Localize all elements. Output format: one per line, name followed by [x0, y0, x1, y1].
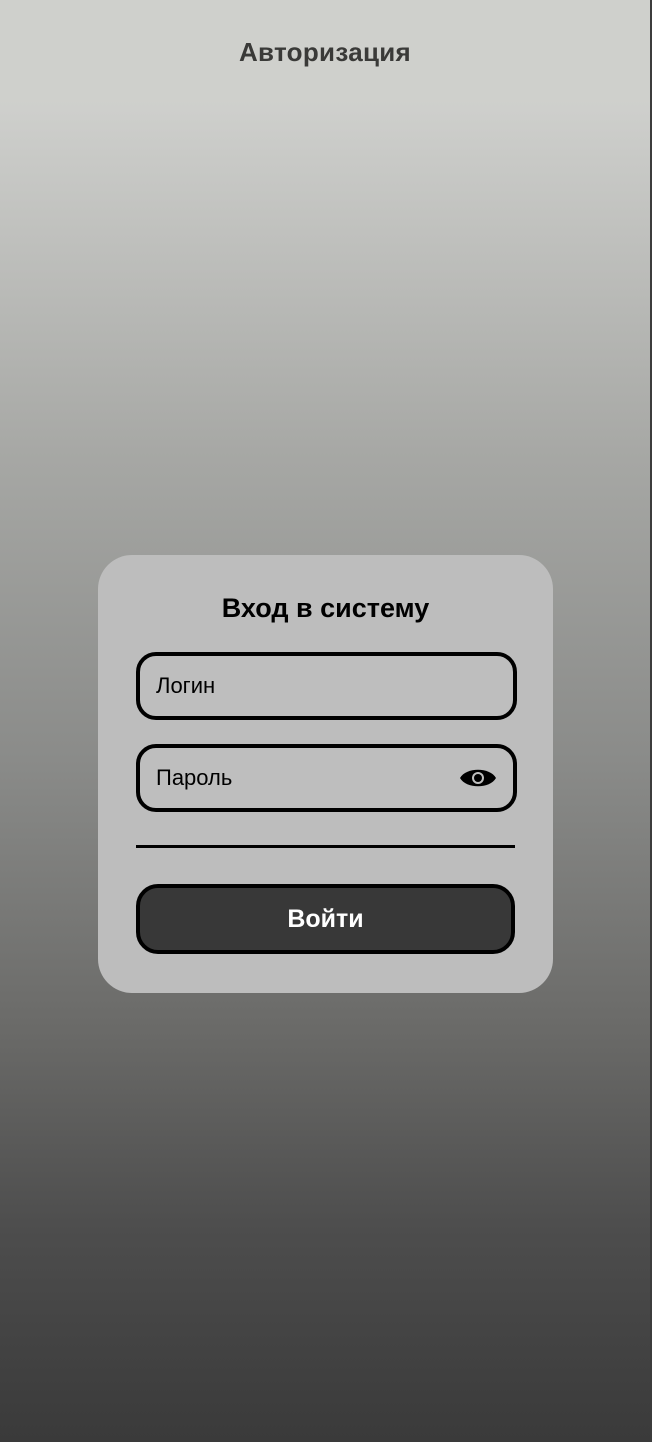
- login-field[interactable]: [136, 652, 517, 720]
- eye-icon[interactable]: [459, 764, 497, 792]
- password-field[interactable]: [136, 744, 517, 812]
- login-card-title: Вход в систему: [221, 593, 430, 623]
- login-input[interactable]: [156, 656, 446, 716]
- password-input[interactable]: [156, 748, 446, 808]
- login-button[interactable]: Войти: [136, 884, 515, 954]
- login-card: Вход в систему Войти: [98, 555, 553, 993]
- page-title: Авторизация: [238, 37, 412, 67]
- app-header: Авторизация: [0, 0, 650, 102]
- divider: [136, 845, 515, 848]
- auth-screen: Авторизация Вход в систему Войти: [0, 0, 652, 1442]
